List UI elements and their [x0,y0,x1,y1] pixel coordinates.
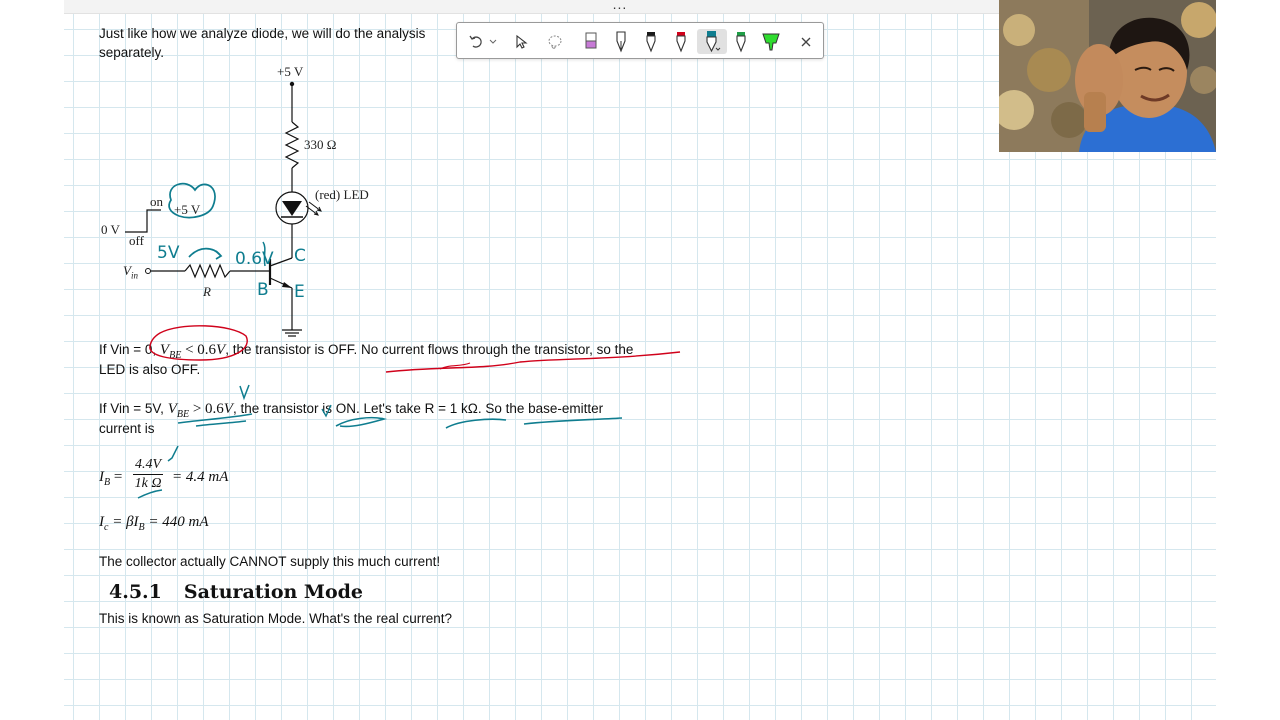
pen-outline-icon [616,30,626,52]
pen-black-icon [646,31,656,52]
pen-purple-button[interactable] [579,29,603,54]
ib-lhs: IB = [99,469,123,488]
pen-teal-icon [706,30,721,52]
handwritten-0-6v: 0.6V [235,249,274,269]
highlighter-green-button[interactable] [759,29,783,54]
transistor-circuit-diagram: +5 V 330 Ω (red) LED on off 0 V +5 V Vin… [95,60,395,355]
select-tool-button[interactable] [509,29,533,54]
saturation-text: This is known as Saturation Mode. What's… [99,611,452,626]
ink-toolbar [456,22,824,59]
ib-denominator: 1k Ω [134,476,162,491]
on-label: on [150,194,163,209]
handwritten-emitter-e: E [294,282,305,302]
lasso-icon [548,35,562,49]
on-condition-line-1: If Vin = 5V, VBE > 0.6V, the transistor … [99,401,604,420]
highlighter-purple-icon [585,32,597,48]
r-label: R [203,284,211,299]
ic-equation: Ic = βIB = 440 mA [99,514,209,533]
close-toolbar-button[interactable] [795,29,817,54]
section-heading: 4.5.1 Saturation Mode [109,581,363,603]
pen-red-button[interactable] [669,29,693,54]
close-icon [801,37,811,46]
highlighter-green-icon [762,33,780,50]
undo-button[interactable] [465,29,487,54]
pen-black-button[interactable] [639,29,663,54]
zero-volt-label: 0 V [101,222,120,237]
pen-green-icon [736,31,746,52]
handwritten-5v: 5V [157,243,180,263]
pen-green-button[interactable] [729,29,753,54]
section-title: Saturation Mode [183,581,364,603]
pointer-icon [516,34,528,49]
right-margin [1216,0,1280,720]
intro-text-line-1: Just like how we analyze diode, we will … [99,26,426,41]
ib-fraction: 4.4V 1k Ω [133,457,164,492]
on-condition-line-2: current is [99,421,155,436]
ib-result: = 4.4 mA [172,469,229,485]
circuit-drawing [125,81,322,337]
off-condition-line-2: LED is also OFF. [99,362,201,377]
lasso-tool-button[interactable] [543,29,567,54]
chevron-down-icon [489,39,497,44]
handwritten-base-b: B [257,280,269,300]
left-margin [0,0,64,720]
undo-dropdown-button[interactable] [487,29,499,54]
plus5-annotation: +5 V [174,202,201,217]
ib-numerator: 4.4V [133,457,164,475]
webcam-overlay [999,0,1216,152]
led-label: (red) LED [315,187,369,202]
supply-label: +5 V [277,64,304,79]
more-options-button[interactable]: ... [605,0,635,12]
undo-icon [469,35,482,48]
collector-note: The collector actually CANNOT supply thi… [99,554,441,569]
section-number: 4.5.1 [109,581,162,603]
pen-teal-button[interactable] [697,29,727,54]
resistor-330-label: 330 Ω [304,137,337,152]
vin-label: Vin [123,263,138,281]
presenter-video [999,0,1216,152]
pen-outline-button[interactable] [609,29,633,54]
handwritten-collector-c: C [294,246,306,266]
pen-red-icon [676,31,686,52]
off-label: off [129,233,144,248]
